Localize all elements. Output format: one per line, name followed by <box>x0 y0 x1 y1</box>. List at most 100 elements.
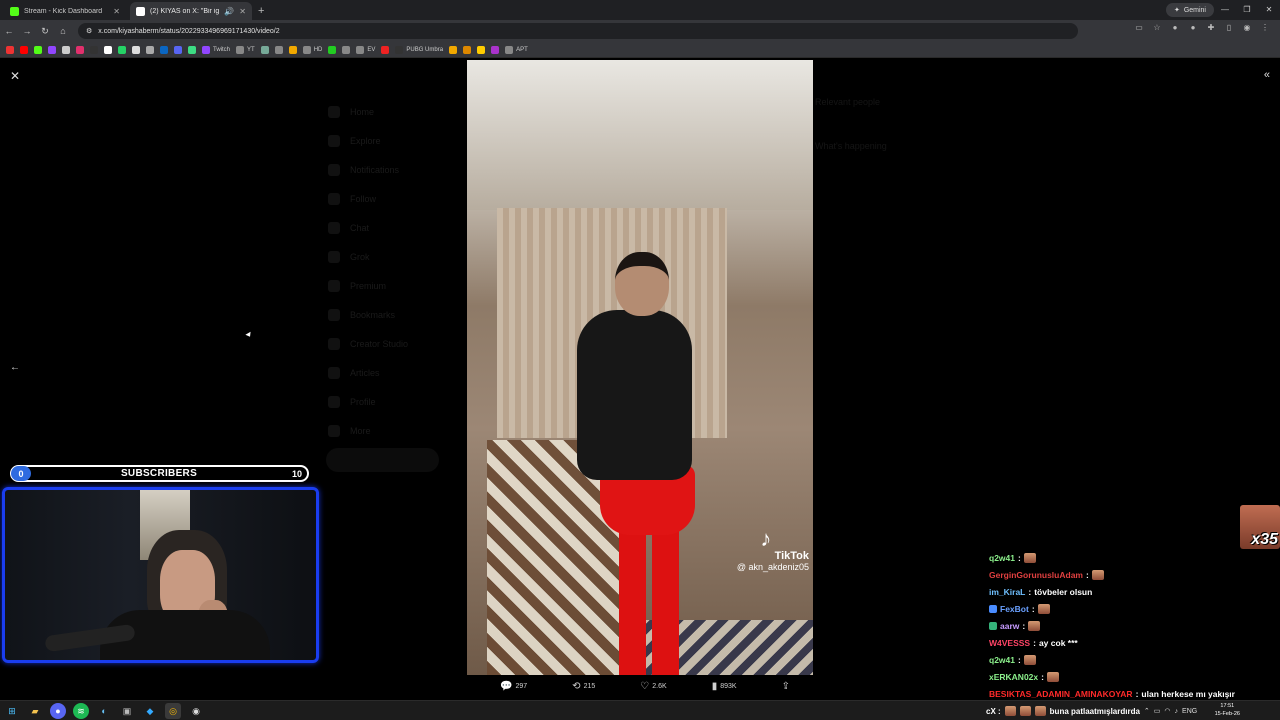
bookmark-icon-link[interactable] <box>274 45 283 54</box>
bookmark-icon-link[interactable] <box>20 45 28 54</box>
bookmark-icon-link[interactable] <box>449 45 458 54</box>
bookmark-icon-link[interactable] <box>491 45 500 54</box>
tab-audio-icon[interactable]: 🔊 <box>224 7 234 16</box>
bookmark-icon-link[interactable] <box>146 45 154 54</box>
chat-separator: : <box>1028 586 1032 597</box>
url-input[interactable]: ⚙ x.com/kiyashaberm/status/2022933496969… <box>78 23 1078 39</box>
reply-button[interactable]: 💬 297 <box>500 681 527 692</box>
bookmark-icon-link[interactable] <box>477 45 486 54</box>
gemini-button[interactable]: ✦ Gemini <box>1165 3 1214 17</box>
previous-media-icon[interactable]: ← <box>10 362 20 373</box>
wifi-icon[interactable]: ◠ <box>1164 707 1170 715</box>
file-explorer-icon[interactable]: ▰ <box>27 703 43 719</box>
tab-close-icon[interactable]: ✕ <box>113 7 120 16</box>
home-button[interactable]: ⌂ <box>54 26 72 36</box>
bookmark-icon-link[interactable] <box>160 45 168 54</box>
app-icon[interactable]: ▣ <box>119 703 135 719</box>
video-frame-head <box>615 252 669 316</box>
chat-username[interactable]: xERKAN02x <box>989 672 1038 682</box>
views-button[interactable]: ▮ 893K <box>712 681 737 692</box>
tab-kick-dashboard[interactable]: Stream - Kick Dashboard ✕ <box>4 2 126 20</box>
star-icon[interactable]: ☆ <box>1152 23 1162 33</box>
close-icon[interactable]: ✕ <box>10 69 20 83</box>
chat-username[interactable]: im_KiraL <box>989 587 1025 597</box>
chat-username[interactable]: GerginGorunusluAdam <box>989 570 1083 580</box>
chat-username[interactable]: q2w41 <box>989 655 1015 665</box>
extension-icon[interactable]: ● <box>1170 23 1180 33</box>
tray-chevron-icon[interactable]: ⌃ <box>1144 707 1150 715</box>
bar-chart-icon: ▮ <box>711 681 718 692</box>
nav-item: Chat <box>328 213 408 242</box>
bookmark-ev[interactable]: EV <box>356 45 375 54</box>
chat-message: q2w41: <box>989 651 1280 668</box>
chat-username[interactable]: q2w41 <box>989 553 1015 563</box>
menu-icon[interactable]: ⋮ <box>1260 23 1270 33</box>
url-text: x.com/kiyashaberm/status/202293349696917… <box>98 27 280 35</box>
bookmark-icon-link[interactable] <box>342 45 351 54</box>
bookmark-twitch[interactable]: Twitch <box>202 45 230 54</box>
repost-button[interactable]: ⟲ 215 <box>572 681 595 692</box>
bookmark-icon-link[interactable] <box>34 45 42 54</box>
chrome-icon[interactable]: ◎ <box>165 703 181 719</box>
obs-icon[interactable]: ◉ <box>188 703 204 719</box>
bookmark-icon-link[interactable] <box>188 45 196 54</box>
chat-username[interactable]: FexBot <box>1000 604 1029 614</box>
repost-icon: ⟲ <box>572 681 581 692</box>
extension-icon[interactable]: ● <box>1188 23 1198 33</box>
like-button[interactable]: ♡ 2.6K <box>640 681 666 692</box>
bookmark-hd[interactable]: HD <box>302 45 322 54</box>
chat-username[interactable]: W4VESSS <box>989 638 1030 648</box>
spotify-icon[interactable]: ≋ <box>73 703 89 719</box>
reload-button[interactable]: ↻ <box>36 26 54 37</box>
start-button[interactable]: ⊞ <box>4 703 20 719</box>
install-app-icon[interactable]: ▭ <box>1134 23 1144 33</box>
language-indicator[interactable]: ENG <box>1182 708 1197 715</box>
subscriber-goal-target: 10 <box>291 468 302 479</box>
bookmark-label: PUBG Umbra <box>406 46 444 53</box>
system-clock[interactable]: 17:51 15-Feb-26 <box>1215 702 1240 718</box>
bookmark-icon-link[interactable] <box>48 45 56 54</box>
profile-icon[interactable]: ◉ <box>1242 23 1252 33</box>
bookmark-icon-link[interactable] <box>328 45 337 54</box>
volume-icon[interactable]: ♪ <box>1175 708 1179 715</box>
chat-username[interactable]: aarw <box>1000 621 1019 631</box>
video-player[interactable]: ♪ TikTok @ akn_akdeniz05 <box>467 60 813 675</box>
steam-icon[interactable]: ◐ <box>96 703 112 719</box>
bookmark-yt[interactable]: YT <box>236 45 255 54</box>
puzzle-icon[interactable]: ✚ <box>1206 23 1216 33</box>
bookmark-icon-link[interactable] <box>132 45 140 54</box>
forward-button[interactable]: → <box>18 26 36 36</box>
bookmark-icon-link[interactable] <box>260 45 269 54</box>
bookmark-icon-link[interactable] <box>6 45 14 54</box>
site-info-icon[interactable]: ⚙ <box>86 27 92 35</box>
bookmark-icon-link[interactable] <box>76 45 84 54</box>
sidepanel-icon[interactable]: ▯ <box>1224 23 1234 33</box>
share-button[interactable]: ⇪ <box>782 681 790 692</box>
chat-username[interactable]: BESIKTAS_ADAMIN_AMINAKOYAR <box>989 689 1133 699</box>
bookmark-icon-link[interactable] <box>463 45 472 54</box>
battery-icon[interactable]: ▭ <box>1154 707 1161 715</box>
panel-heading: Relevant people <box>815 97 881 107</box>
bookmark-icon-link[interactable] <box>62 45 70 54</box>
back-button[interactable]: ← <box>0 26 18 36</box>
bookmark-icon-link[interactable] <box>118 45 126 54</box>
minimize-button[interactable]: — <box>1214 0 1236 20</box>
tab-x-post[interactable]: (2) KIYAS on X: "Bir igenk ... 🔊 ✕ <box>130 2 252 20</box>
bookmark-pubg-umbra[interactable]: PUBG Umbra <box>395 45 444 54</box>
collapse-panel-icon[interactable]: « <box>1264 69 1270 81</box>
chat-text: ulan herkese mı yakışır <box>1141 688 1235 699</box>
discord-icon[interactable]: ● <box>50 703 66 719</box>
bookmark-icon-link[interactable] <box>288 45 297 54</box>
bookmark-icon-link[interactable] <box>381 45 390 54</box>
tab-close-icon[interactable]: ✕ <box>239 7 246 16</box>
bookmark-icon-link[interactable] <box>90 45 98 54</box>
maximize-button[interactable]: ❐ <box>1236 0 1258 20</box>
dimmed-x-navigation: Home Explore Notifications Follow Chat G… <box>328 97 408 445</box>
new-tab-button[interactable]: + <box>258 2 264 20</box>
app-icon[interactable]: ◆ <box>142 703 158 719</box>
bookmark-apt[interactable]: APT <box>505 45 528 54</box>
nav-item: Creator Studio <box>328 329 408 358</box>
close-window-button[interactable]: ✕ <box>1258 0 1280 20</box>
bookmark-icon-link[interactable] <box>174 45 182 54</box>
bookmark-icon-link[interactable] <box>104 45 112 54</box>
